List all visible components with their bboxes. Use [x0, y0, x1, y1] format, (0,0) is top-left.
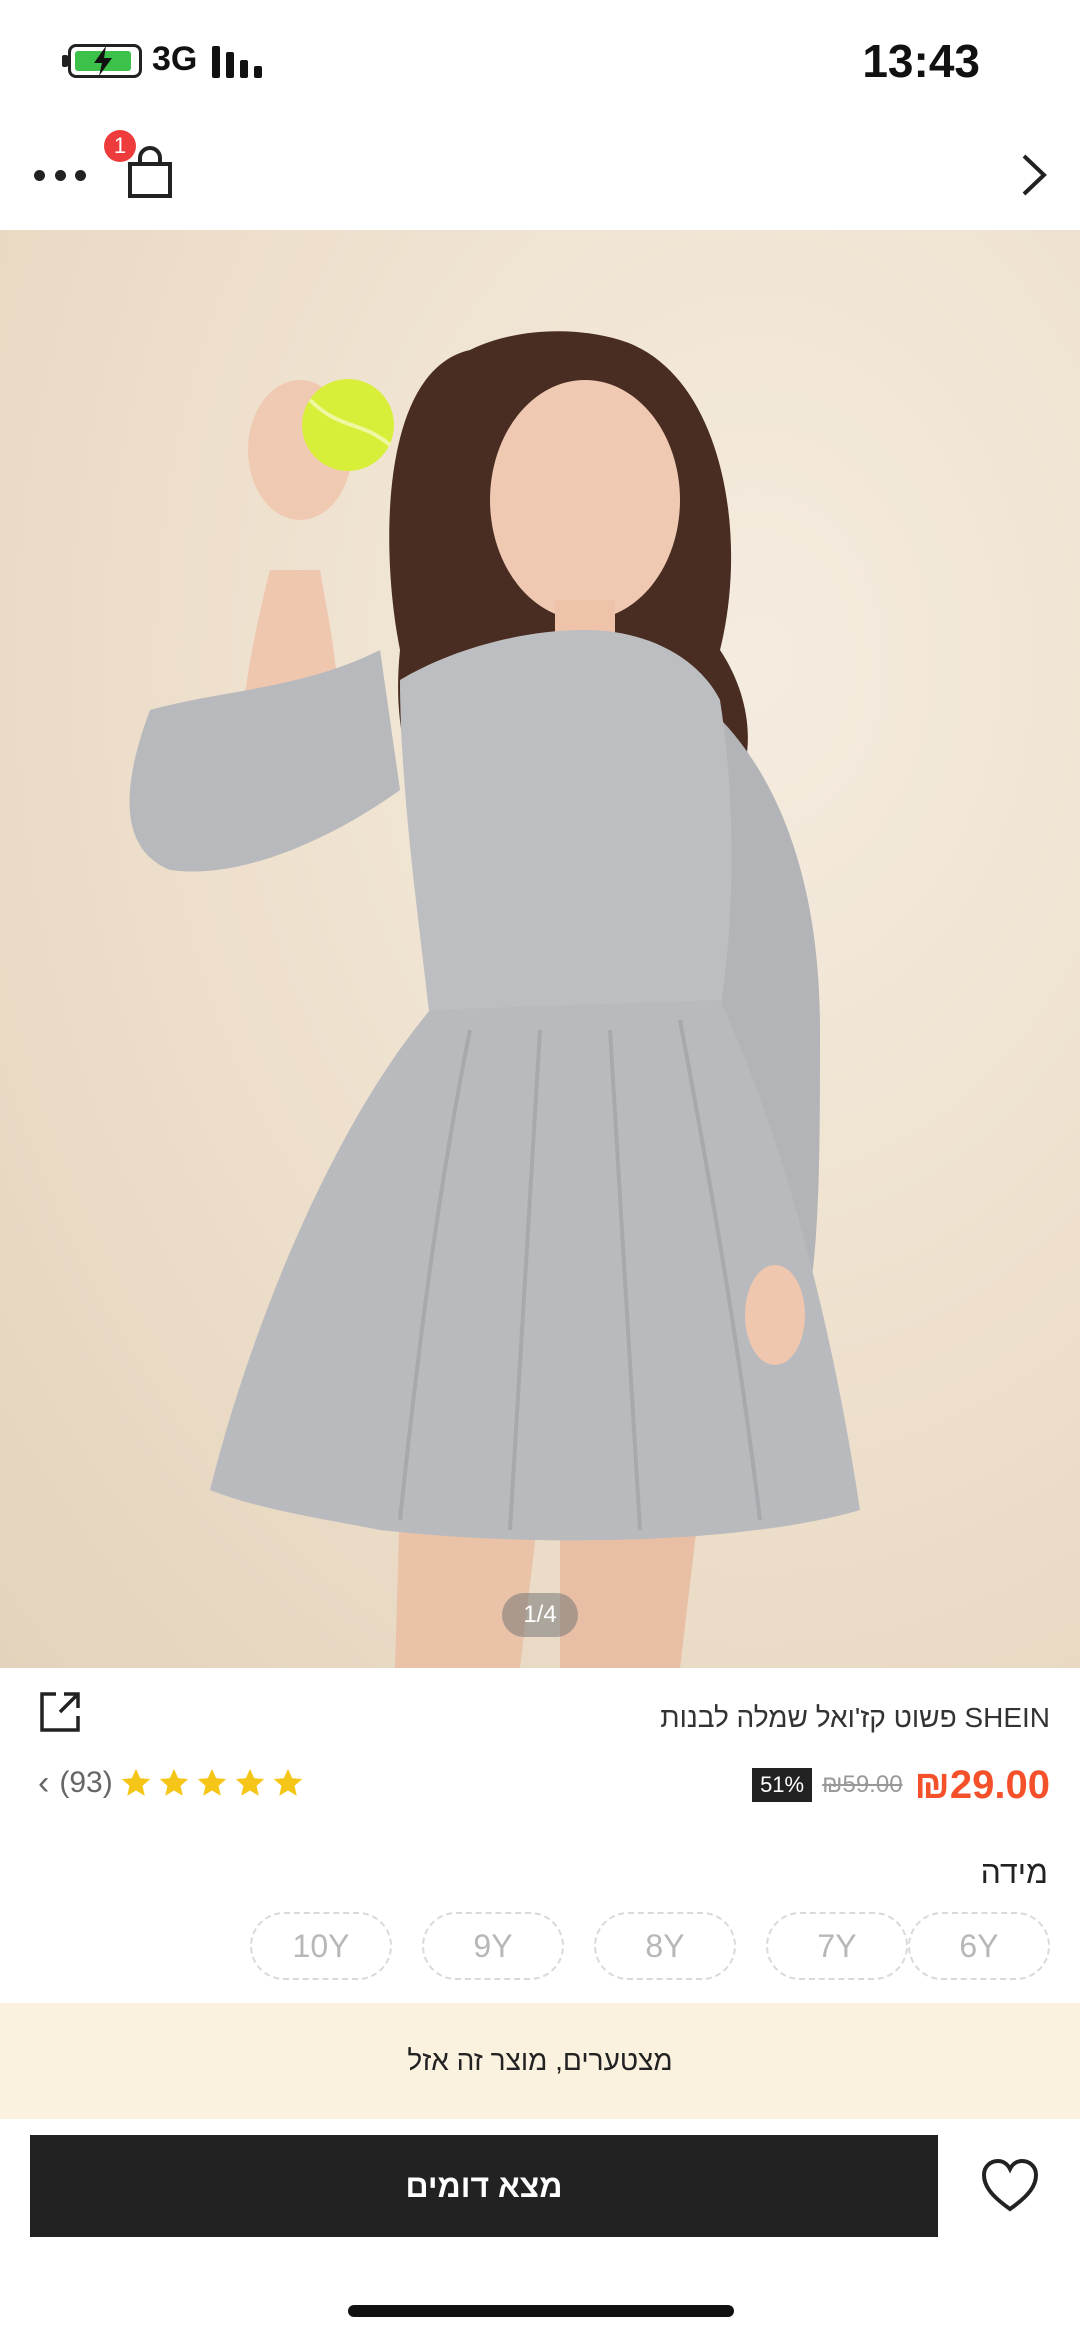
star-icon: [235, 1768, 264, 1796]
star-icon: [197, 1768, 226, 1796]
star-icon: [273, 1768, 302, 1796]
charging-bolt-icon: [94, 46, 112, 76]
sale-price: ₪29.00: [914, 1762, 1050, 1807]
sold-out-banner: מצטערים, מוצר זה אזל: [0, 2003, 1080, 2119]
more-options-icon[interactable]: [34, 170, 86, 182]
star-icon: [121, 1768, 150, 1796]
clock: 13:43: [862, 35, 980, 87]
network-type: 3G: [152, 40, 198, 78]
battery-tip: [62, 55, 68, 67]
chevron-right-icon[interactable]: [1014, 150, 1054, 200]
home-indicator: [348, 2305, 734, 2317]
original-price: ₪59.00: [822, 1771, 903, 1798]
product-photo: [129, 331, 860, 1668]
size-options: 6Y 7Y 8Y 9Y 10Y: [220, 1912, 1050, 1980]
size-option[interactable]: 6Y: [908, 1912, 1050, 1980]
cart-count-badge: 1: [104, 130, 136, 162]
image-page-indicator: 1/4: [502, 1593, 578, 1637]
product-image[interactable]: 1/4: [0, 230, 1080, 1668]
size-option[interactable]: 10Y: [250, 1912, 392, 1980]
product-info: SHEIN פשוט קז'ואל שמלה לבנות ‹ (93) 51% …: [0, 1668, 1080, 2000]
size-option[interactable]: 7Y: [766, 1912, 908, 1980]
bottom-action-bar: מצא דומים: [0, 2119, 1080, 2337]
size-option[interactable]: 9Y: [422, 1912, 564, 1980]
heart-icon[interactable]: [980, 2157, 1040, 2213]
size-option[interactable]: 8Y: [594, 1912, 736, 1980]
share-icon[interactable]: [36, 1688, 84, 1736]
star-icon: [159, 1768, 188, 1796]
chevron-left-icon: ‹: [38, 1763, 50, 1802]
rating-summary[interactable]: ‹ (93): [38, 1760, 309, 1806]
signal-icon: [212, 44, 268, 78]
top-nav: 1: [0, 118, 1080, 230]
size-label: מידה: [980, 1854, 1048, 1890]
discount-badge: 51%: [752, 1768, 813, 1802]
find-similar-button[interactable]: מצא דומים: [30, 2135, 938, 2237]
review-count: (93): [59, 1766, 113, 1799]
price-row: 51% ₪59.00 ₪29.00: [752, 1760, 1050, 1810]
star-rating: [119, 1766, 309, 1800]
product-title: SHEIN פשוט קז'ואל שמלה לבנות: [660, 1702, 1050, 1733]
status-bar: 3G 13:43: [0, 0, 1080, 118]
